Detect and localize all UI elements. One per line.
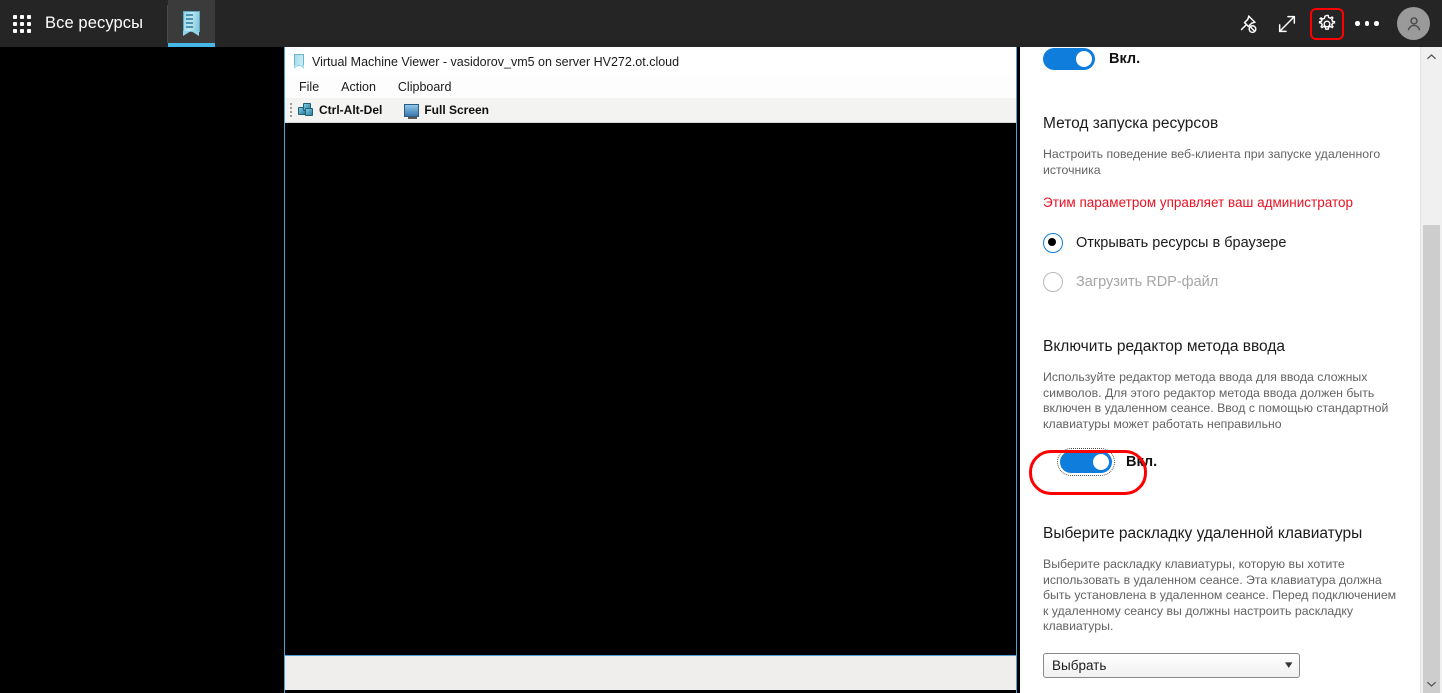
full-screen-button[interactable]: Full Screen xyxy=(404,103,489,117)
full-screen-label: Full Screen xyxy=(424,103,489,117)
full-screen-icon xyxy=(404,104,419,117)
top-bar: Все ресурсы xyxy=(0,0,1442,47)
ctrl-alt-del-label: Ctrl-Alt-Del xyxy=(319,103,382,117)
settings-panel: Вкл. Метод запуска ресурсов Настроить по… xyxy=(1020,47,1442,693)
admin-managed-note: Этим параметром управляет ваш администра… xyxy=(1043,195,1400,210)
ctrl-alt-del-icon xyxy=(298,103,314,117)
ime-toggle-row: Вкл. xyxy=(1060,451,1400,473)
vm-screen-canvas[interactable] xyxy=(285,123,1016,655)
top-setting-toggle-label: Вкл. xyxy=(1109,51,1140,67)
virtual-machine-viewer-window: Virtual Machine Viewer - vasidorov_vm5 o… xyxy=(284,47,1017,693)
radio-download-rdp-file[interactable]: Загрузить RDP-файл xyxy=(1043,272,1400,292)
menu-item-action[interactable]: Action xyxy=(341,80,376,94)
ellipsis-icon[interactable] xyxy=(1349,6,1385,42)
expand-icon[interactable] xyxy=(1269,6,1305,42)
ime-toggle-label: Вкл. xyxy=(1126,454,1157,470)
launch-method-title: Метод запуска ресурсов xyxy=(1043,115,1400,133)
ctrl-alt-del-button[interactable]: Ctrl-Alt-Del xyxy=(298,103,382,117)
ime-description: Используйте редактор метода ввода для вв… xyxy=(1043,370,1391,432)
scrollbar-thumb[interactable] xyxy=(1423,225,1440,693)
launch-method-description: Настроить поведение веб-клиента при запу… xyxy=(1043,147,1388,178)
chevron-up-icon[interactable] xyxy=(1421,47,1442,66)
top-bar-actions xyxy=(1229,0,1430,47)
menu-item-clipboard[interactable]: Clipboard xyxy=(398,80,452,94)
top-setting-toggle-row: Вкл. xyxy=(1043,48,1400,70)
radio-open-in-browser[interactable]: Открывать ресурсы в браузере xyxy=(1043,233,1400,253)
ime-title: Включить редактор метода ввода xyxy=(1043,338,1400,356)
chevron-down-icon[interactable] xyxy=(1421,674,1442,693)
keyboard-layout-select-value: Выбрать xyxy=(1052,658,1106,673)
unpin-icon[interactable] xyxy=(1229,6,1265,42)
vm-window-title: Virtual Machine Viewer - vasidorov_vm5 o… xyxy=(312,55,679,69)
radio-label-download-rdp-file: Загрузить RDP-файл xyxy=(1076,274,1218,290)
vm-menu-bar: File Action Clipboard xyxy=(285,76,1016,98)
settings-scrollbar[interactable] xyxy=(1420,47,1442,693)
top-setting-toggle[interactable] xyxy=(1043,48,1095,70)
scrollbar-track-top[interactable] xyxy=(1423,66,1440,225)
radio-button-open-in-browser[interactable] xyxy=(1043,233,1063,253)
keyboard-layout-description: Выберите раскладку клавиатуры, которую в… xyxy=(1043,557,1398,635)
settings-content: Вкл. Метод запуска ресурсов Настроить по… xyxy=(1020,47,1420,678)
grid-apps-icon[interactable] xyxy=(13,15,31,33)
avatar[interactable] xyxy=(1397,7,1430,40)
tab-virtual-machine[interactable] xyxy=(168,0,215,47)
virtual-machine-icon xyxy=(294,54,304,69)
toolbar-grip[interactable] xyxy=(287,102,294,118)
radio-label-open-in-browser: Открывать ресурсы в браузере xyxy=(1076,235,1286,251)
gear-icon[interactable] xyxy=(1309,6,1345,42)
keyboard-layout-title: Выберите раскладку удаленной клавиатуры xyxy=(1043,525,1400,543)
vm-status-bar xyxy=(285,655,1016,690)
vm-tool-bar: Ctrl-Alt-Del Full Screen xyxy=(285,98,1016,123)
menu-item-file[interactable]: File xyxy=(299,80,319,94)
radio-button-download-rdp-file[interactable] xyxy=(1043,272,1063,292)
keyboard-layout-select[interactable]: Выбрать ▾ xyxy=(1043,653,1300,678)
all-resources-label[interactable]: Все ресурсы xyxy=(45,14,143,33)
ime-toggle[interactable] xyxy=(1060,451,1112,473)
vm-title-bar: Virtual Machine Viewer - vasidorov_vm5 o… xyxy=(285,47,1016,76)
chevron-down-icon: ▾ xyxy=(1286,660,1293,671)
virtual-machine-icon xyxy=(183,11,200,36)
